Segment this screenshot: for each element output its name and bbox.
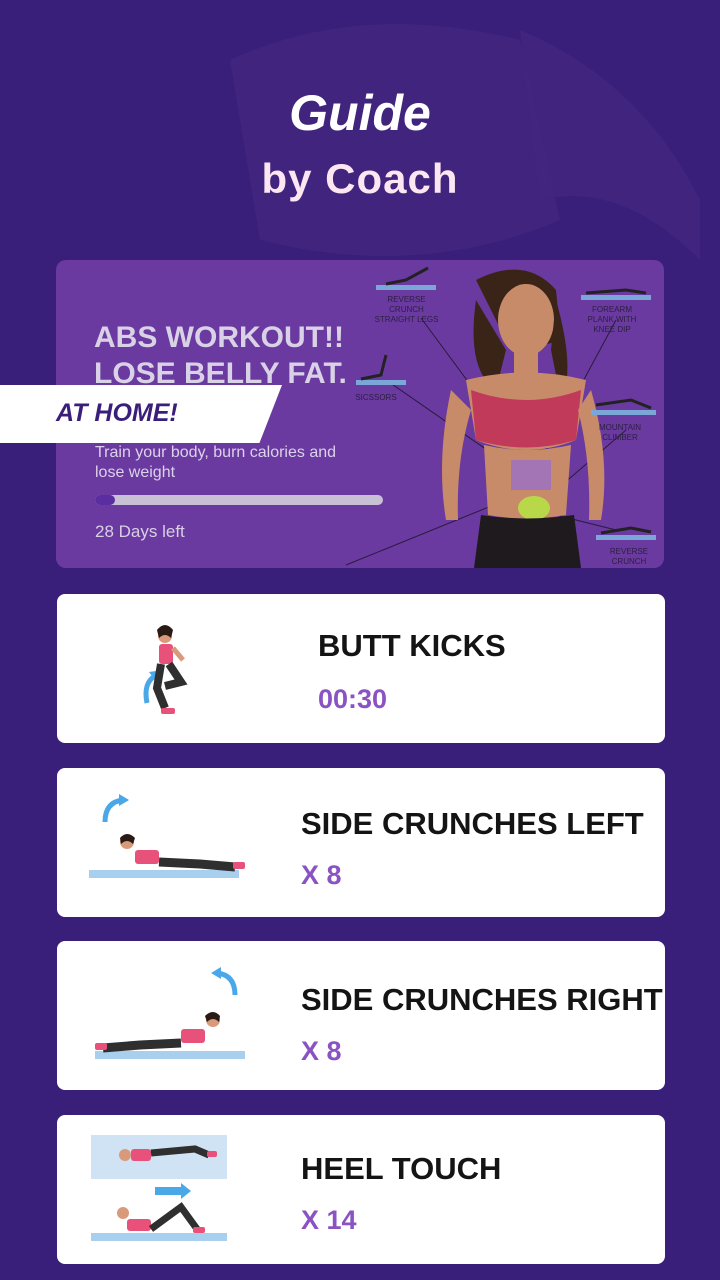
exercise-reps: X 14 bbox=[301, 1205, 357, 1235]
exercise-name: SIDE CRUNCHES LEFT bbox=[301, 806, 644, 841]
heel-touch-illustration bbox=[91, 1135, 227, 1241]
exercise-card[interactable]: HEEL TOUCH X 14 bbox=[57, 1115, 665, 1264]
page-title: Guide bbox=[289, 85, 431, 141]
ribbon-label: AT HOME! bbox=[56, 399, 178, 427]
exercise-name: SIDE CRUNCHES RIGHT bbox=[301, 982, 663, 1017]
exercise-reps: X 8 bbox=[301, 1036, 342, 1066]
diagram-label-scissors: SICSSORS bbox=[355, 393, 397, 402]
exercise-card[interactable]: BUTT KICKS 00:30 bbox=[57, 594, 665, 743]
days-left-label: 28 Days left bbox=[95, 522, 185, 541]
exercise-name: HEEL TOUCH bbox=[301, 1151, 502, 1186]
side-crunches-left-illustration bbox=[89, 794, 245, 878]
exercise-name: BUTT KICKS bbox=[318, 628, 506, 663]
exercise-duration: 00:30 bbox=[318, 684, 388, 714]
diagram-label-forearm-plank: FOREARM PLANK WITH KNEE DIP bbox=[587, 305, 637, 334]
at-home-ribbon: AT HOME! bbox=[0, 385, 282, 443]
progress-bar bbox=[95, 495, 383, 505]
exercise-reps: X 8 bbox=[301, 860, 342, 890]
diagram-label-reverse-crunch-straight: REVERSE CRUNCH STRAIGHT LEGS bbox=[374, 295, 439, 324]
banner-description: Train your body, burn calories and lose … bbox=[95, 444, 337, 481]
side-crunches-right-illustration bbox=[95, 967, 245, 1059]
page-subtitle: by Coach bbox=[261, 155, 459, 202]
exercise-card[interactable]: SIDE CRUNCHES LEFT X 8 bbox=[57, 768, 665, 917]
header: Guide by Coach bbox=[0, 80, 720, 200]
diagram-label-reverse-crunch: REVERSE CRUNCH bbox=[609, 547, 649, 566]
banner-headline: ABS WORKOUT!! LOSE BELLY FAT. bbox=[94, 320, 364, 392]
butt-kicks-illustration bbox=[143, 625, 188, 714]
diagram-label-mountain-climber: MOUNTAIN CLIMBER bbox=[598, 423, 642, 442]
progress-bar-fill bbox=[95, 495, 116, 505]
exercise-card[interactable]: SIDE CRUNCHES RIGHT X 8 bbox=[57, 941, 665, 1090]
banner-headline-line1: ABS WORKOUT!! bbox=[94, 321, 344, 354]
